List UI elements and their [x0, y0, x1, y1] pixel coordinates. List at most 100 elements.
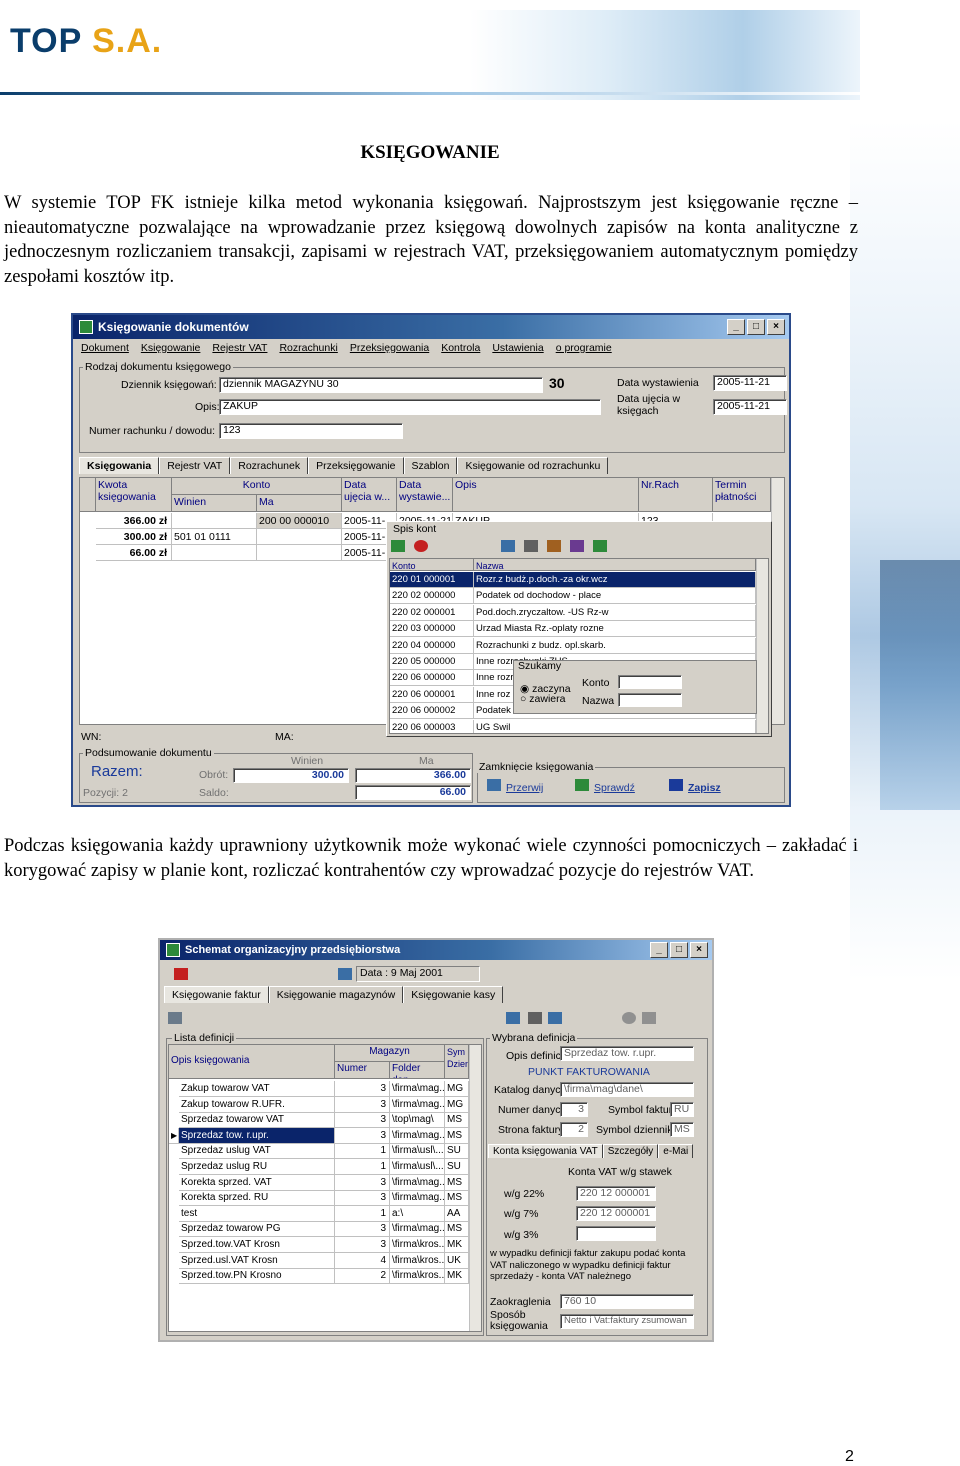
copy-icon[interactable]	[642, 1012, 656, 1024]
spis-kont-row[interactable]: 220 01 000001 Rozr.z budż.p.doch.-za okr.…	[390, 572, 756, 588]
menu-dokument[interactable]: Dokument	[81, 342, 129, 354]
tab-ksiegowanie-od-rozrachunku[interactable]: Księgowanie od rozrachunku	[457, 457, 609, 474]
exit-icon[interactable]	[174, 968, 188, 980]
tab-rejestr-vat[interactable]: Rejestr VAT	[159, 457, 231, 474]
col-opis[interactable]: Opis	[453, 478, 639, 512]
col-numer[interactable]: Numer	[335, 1062, 390, 1079]
spis-kont-row[interactable]: 220 04 000000 Rozrachunki z budz. opl.ska…	[390, 637, 756, 654]
tab-ksiegowanie-magazynow[interactable]: Księgowanie magazynów	[268, 986, 404, 1003]
sort3-icon[interactable]	[548, 1012, 562, 1024]
definitions-scrollbar[interactable]	[469, 1045, 481, 1331]
definition-row[interactable]: Sprzed.tow.VAT Krosn 3 \firma\kros... MK	[169, 1237, 469, 1253]
vat22-input[interactable]: 220 12 000001	[576, 1186, 656, 1201]
close2-button[interactable]: ×	[690, 942, 708, 958]
numer-input[interactable]: 123	[219, 423, 403, 439]
symbol-faktury-input[interactable]: RU	[670, 1102, 694, 1117]
option-zawiera[interactable]: ○ zawiera	[520, 693, 565, 705]
spis-kont-row[interactable]: 220 03 000000 Urzad Miasta Rz.-oplaty roz…	[390, 621, 756, 638]
spis-kont-row[interactable]: 220 02 000000 Podatek od dochodow - place	[390, 588, 756, 605]
sposob-select[interactable]: Netto i Vat:faktury zsumowan	[560, 1314, 694, 1329]
opis-definicji-input[interactable]: Sprzedaz tow. r.upr.	[560, 1046, 694, 1061]
col-data-wystawienia[interactable]: Data wystawie...	[397, 478, 453, 512]
strona-faktury-input[interactable]: 2	[560, 1122, 588, 1137]
przerwij-button[interactable]: Przerwij	[487, 779, 543, 794]
definition-row[interactable]: Sprzedaz uslug RU 1 \firma\usl\... SU	[169, 1159, 469, 1175]
menu-przeksiegowania[interactable]: Przeksięgowania	[350, 342, 429, 354]
menu-ksiegowanie[interactable]: Księgowanie	[141, 342, 201, 354]
edit-icon[interactable]	[547, 540, 561, 552]
dollar-icon[interactable]	[593, 540, 607, 552]
data-ujecia-input[interactable]: 2005-11-21	[713, 399, 787, 415]
numer-danych-input[interactable]: 3	[560, 1102, 588, 1117]
col-sym[interactable]: Sym Dzien	[445, 1045, 469, 1079]
col-winien[interactable]: Winien	[172, 495, 257, 512]
zapisz-button[interactable]: Zapisz	[669, 779, 721, 794]
spis-kont-row[interactable]: 220 02 000001 Pod.doch.zryczaltow. -US Rz…	[390, 604, 756, 621]
menu-o-programie[interactable]: o programie	[556, 342, 612, 354]
definition-row[interactable]: Sprzed.usl.VAT Krosn 4 \firma\kros... UK	[169, 1252, 469, 1269]
symbol-dziennika-input[interactable]: MS	[670, 1122, 694, 1137]
zaokraglenia-input[interactable]: 760 10	[560, 1294, 694, 1309]
maximize2-button[interactable]: □	[670, 942, 688, 958]
grid2-icon[interactable]	[528, 1012, 542, 1024]
tab-przeksiegowanie[interactable]: Przeksięgowanie	[308, 457, 404, 474]
definition-row[interactable]: Sprzedaz towarow PG 3 \firma\mag... MS	[169, 1221, 469, 1238]
col-spis-nazwa[interactable]: Nazwa	[474, 559, 756, 571]
col-magazyn[interactable]: Magazyn	[335, 1045, 445, 1062]
menu-rejestr-vat[interactable]: Rejestr VAT	[212, 342, 267, 354]
sort2-icon[interactable]	[506, 1012, 520, 1024]
tab-ksiegowania[interactable]: Księgowania	[79, 457, 160, 474]
accept-icon[interactable]	[391, 540, 405, 552]
stop-icon[interactable]	[414, 540, 428, 552]
menu-rozrachunki[interactable]: Rozrachunki	[279, 342, 337, 354]
tools-icon[interactable]	[570, 540, 584, 552]
sprawdz-button[interactable]: Sprawdź	[575, 779, 635, 794]
tab-szablon[interactable]: Szablon	[403, 457, 458, 474]
tab-ksiegowanie-faktur[interactable]: Księgowanie faktur	[164, 986, 269, 1003]
tab-rozrachunek[interactable]: Rozrachunek	[230, 457, 309, 474]
dziennik-select[interactable]: dziennik MAGAZYNU 30	[219, 377, 543, 393]
col-spis-konto[interactable]: Konto	[390, 559, 474, 571]
definition-row[interactable]: Zakup towarow R.UFR. 3 \firma\mag... MG	[169, 1096, 469, 1113]
definition-row[interactable]: Korekta sprzed. VAT 3 \firma\mag... MS	[169, 1174, 469, 1191]
vat7-input[interactable]: 220 12 000001	[576, 1206, 656, 1221]
definition-row[interactable]: Korekta sprzed. RU 3 \firma\mag... MS	[169, 1190, 469, 1207]
data-wystawienia-input[interactable]: 2005-11-21	[713, 375, 787, 391]
col-konto[interactable]: Konto	[172, 478, 342, 495]
table-scrollbar[interactable]	[771, 478, 784, 724]
col-folder[interactable]: Folder dan...	[390, 1062, 445, 1079]
szukamy-nazwa-input[interactable]	[618, 693, 682, 707]
szukamy-konto-input[interactable]	[618, 675, 682, 689]
col-nr-rach[interactable]: Nr.Rach	[639, 478, 713, 512]
close-button[interactable]: ×	[767, 319, 785, 335]
maximize-button[interactable]: □	[747, 319, 765, 335]
col-kwota[interactable]: Kwota księgowania	[96, 478, 172, 512]
spis-kont-row[interactable]: 220 06 000003 UG Swil	[390, 719, 756, 733]
history-icon[interactable]	[622, 1012, 636, 1024]
col-ma[interactable]: Ma	[257, 495, 342, 512]
definition-row[interactable]: Zakup towarow VAT 3 \firma\mag... MG	[169, 1081, 469, 1097]
definition-row[interactable]: test 1 a:\ AA	[169, 1205, 469, 1222]
definition-row[interactable]: Sprzedaz uslug VAT 1 \firma\usl\... SU	[169, 1143, 469, 1160]
opis-select[interactable]: ZAKUP	[219, 399, 601, 415]
minimize-button[interactable]: _	[727, 319, 745, 335]
tab-email[interactable]: e-Mai	[658, 1144, 694, 1158]
col-termin[interactable]: Termin płatności	[713, 478, 771, 512]
vat3-input[interactable]	[576, 1226, 656, 1241]
definition-row[interactable]: Sprzedaz towarow VAT 3 \top\mag\ MS	[169, 1112, 469, 1129]
calendar-icon[interactable]	[338, 968, 352, 980]
sort-icon[interactable]	[501, 540, 515, 552]
menu-ustawienia[interactable]: Ustawienia	[492, 342, 543, 354]
print-icon[interactable]	[168, 1012, 182, 1024]
tab-ksiegowanie-kasy[interactable]: Księgowanie kasy	[403, 986, 504, 1003]
col-data-ujecia[interactable]: Data ujęcia w...	[342, 478, 397, 512]
tab-szczegoly[interactable]: Szczegóły	[602, 1144, 659, 1158]
menu-kontrola[interactable]: Kontrola	[441, 342, 480, 354]
grid-icon[interactable]	[524, 540, 538, 552]
katalog-input[interactable]: \firma\mag\dane\	[560, 1082, 694, 1097]
col-opis-ksiegowania[interactable]: Opis księgowania	[169, 1045, 335, 1079]
definition-row[interactable]: Sprzedaz tow. r.upr. 3 \firma\mag... MS ▶	[169, 1127, 469, 1144]
spis-scrollbar[interactable]	[756, 559, 768, 733]
minimize2-button[interactable]: _	[650, 942, 668, 958]
tab-konta-vat[interactable]: Konta księgowania VAT	[488, 1144, 603, 1158]
